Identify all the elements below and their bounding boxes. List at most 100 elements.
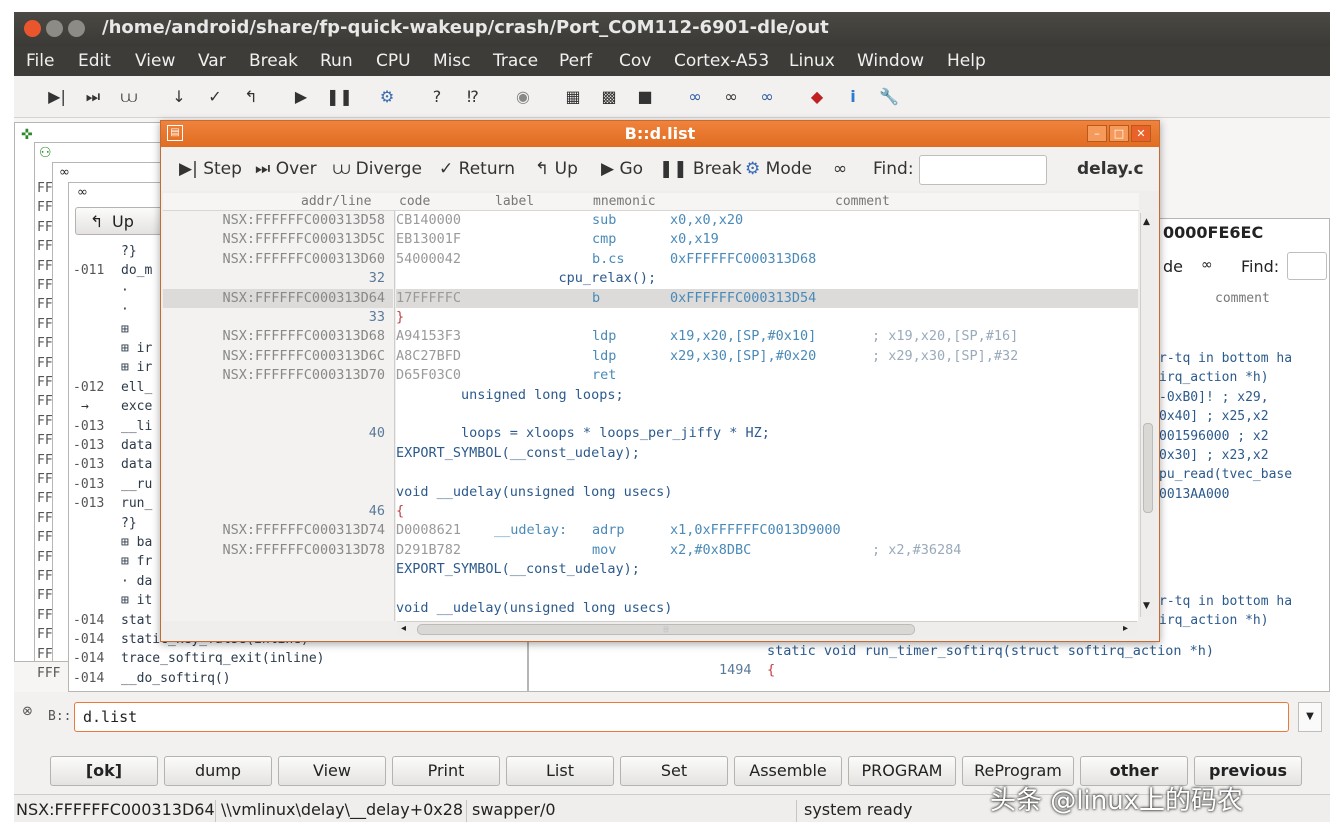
menu-edit[interactable]: Edit — [78, 51, 111, 71]
menu-help[interactable]: Help — [947, 51, 986, 71]
scroll-up-icon[interactable]: ▲ — [1143, 217, 1150, 227]
header-mnemonic[interactable]: mnemonic — [593, 194, 656, 209]
view-button[interactable]: View — [278, 756, 386, 786]
command-input[interactable]: d.list — [74, 702, 1289, 732]
up-button[interactable]: ↰ Up — [535, 159, 578, 179]
return-icon[interactable]: ✓ — [204, 86, 226, 108]
scroll-right-icon[interactable]: ▸ — [1123, 623, 1128, 634]
menu-misc[interactable]: Misc — [433, 51, 471, 71]
stop-icon[interactable]: ◉ — [512, 86, 534, 108]
scroll-down-icon[interactable]: ▼ — [1143, 601, 1150, 611]
listing-row[interactable] — [396, 463, 1138, 482]
glasses-icon[interactable]: ∞ — [833, 159, 847, 179]
menu-trace[interactable]: Trace — [493, 51, 538, 71]
return-button[interactable]: ✓ Return — [439, 159, 515, 179]
menu-window[interactable]: Window — [857, 51, 924, 71]
context-help-icon[interactable]: ⁉ — [462, 86, 484, 108]
listing-row[interactable]: 54000042 b.cs 0xFFFFFFC000313D68 — [396, 250, 1138, 269]
listing-row[interactable]: A94153F3 ldp x19,x20,[SP,#0x10] ; x19,x20,[… — [396, 327, 1138, 346]
down-arrow-icon[interactable]: ↓ — [168, 86, 190, 108]
menu-cortex-a53[interactable]: Cortex-A53 — [674, 51, 769, 71]
listing-row[interactable]: A8C27BFD ldp x29,x30,[SP],#0x20 ; x29,x30,[… — [396, 347, 1138, 366]
minimize-icon[interactable]: – — [1087, 125, 1107, 142]
listing-row[interactable]: D0008621 __udelay: adrp x1,0xFFFFFFC0013D90… — [396, 521, 1138, 540]
listing-row[interactable]: 17FFFFFC b 0xFFFFFFC000313D54 — [396, 288, 1138, 308]
listing-row[interactable]: cpu_relax(); — [396, 269, 1138, 288]
close-icon[interactable]: ✕ — [1131, 125, 1151, 142]
listing-row[interactable] — [396, 405, 1138, 424]
status-symbol: \\vmlinux\delay\__delay+0x28 — [221, 800, 464, 819]
listing-row[interactable]: EXPORT_SYMBOL(__const_udelay); — [396, 560, 1138, 579]
command-history-dropdown-icon[interactable]: ▼ — [1298, 702, 1322, 732]
menu-linux[interactable]: Linux — [789, 51, 835, 71]
listing-row[interactable] — [396, 580, 1138, 599]
ok-button[interactable]: [ok] — [50, 756, 158, 786]
listing-row[interactable]: D65F03C0 ret — [396, 366, 1138, 385]
menu-file[interactable]: File — [26, 51, 54, 71]
listing-row[interactable]: EB13001F cmp x0,x19 — [396, 230, 1138, 249]
vertical-scrollbar[interactable]: ▲ ▼ — [1140, 213, 1156, 617]
menu-break[interactable]: Break — [249, 51, 298, 71]
listing-row[interactable]: loops = xloops * loops_per_jiffy * HZ; — [396, 424, 1138, 443]
header-comment[interactable]: comment — [835, 194, 890, 209]
grid-icon[interactable]: ▦ — [562, 86, 584, 108]
mode-button[interactable]: ⚙ Mode — [745, 159, 812, 179]
vertical-scroll-thumb[interactable] — [1143, 423, 1153, 513]
find-input[interactable] — [919, 155, 1047, 185]
go-button[interactable]: ▶ Go — [601, 159, 643, 179]
go-icon[interactable]: ▶ — [290, 86, 312, 108]
dump-button[interactable]: dump — [164, 756, 272, 786]
up-button[interactable]: ↰ Up — [75, 207, 163, 235]
source-line: cpu_relax(); — [396, 270, 657, 287]
menu-view[interactable]: View — [135, 51, 175, 71]
listing-row[interactable]: EXPORT_SYMBOL(__const_udelay); — [396, 444, 1138, 463]
minimize-window-button[interactable] — [46, 20, 63, 37]
wrench-icon[interactable]: 🔧 — [878, 86, 900, 108]
menu-run[interactable]: Run — [320, 51, 353, 71]
diverge-icon[interactable]: ⩊ — [118, 86, 140, 108]
step-icon[interactable]: ▶| — [46, 86, 68, 108]
close-window-button[interactable] — [24, 20, 41, 37]
assemble-button[interactable]: Assemble — [734, 756, 842, 786]
mode-icon[interactable]: ⚙ — [376, 86, 398, 108]
print-button[interactable]: Print — [392, 756, 500, 786]
listing-row[interactable]: { — [396, 502, 1138, 521]
step-button[interactable]: ▶| Step — [179, 159, 242, 179]
maximize-icon[interactable]: □ — [1109, 125, 1129, 142]
over-icon[interactable]: ⏭ — [82, 86, 104, 108]
help-icon[interactable]: ? — [426, 86, 448, 108]
diverge-button[interactable]: ⩊ Diverge — [333, 159, 422, 179]
listing-row[interactable]: D291B782 mov x2,#0x8DBC ; x2,#36284 — [396, 541, 1138, 560]
listing-row[interactable]: CB140000 sub x0,x0,x20 — [396, 211, 1138, 230]
header-addr-line[interactable]: addr/line — [301, 194, 371, 209]
scroll-left-icon[interactable]: ◂ — [401, 623, 406, 634]
maximize-window-button[interactable] — [68, 20, 85, 37]
info-icon[interactable]: i — [842, 86, 864, 108]
menu-var[interactable]: Var — [198, 51, 226, 71]
cube-icon[interactable]: ◆ — [806, 86, 828, 108]
header-label[interactable]: label — [495, 194, 534, 209]
menu-cov[interactable]: Cov — [619, 51, 651, 71]
over-button[interactable]: ⏭ Over — [255, 159, 317, 179]
glasses-icon[interactable]: ∞ — [684, 86, 706, 108]
program-button[interactable]: PROGRAM — [848, 756, 956, 786]
glasses3-icon[interactable]: ∞ — [756, 86, 778, 108]
list-button[interactable]: List — [506, 756, 614, 786]
square-icon[interactable]: ■ — [634, 86, 656, 108]
menu-cpu[interactable]: CPU — [376, 51, 411, 71]
glasses2-icon[interactable]: ∞ — [720, 86, 742, 108]
listing-row[interactable]: unsigned long loops; — [396, 386, 1138, 405]
bg-right-find-input[interactable] — [1287, 252, 1327, 280]
set-button[interactable]: Set — [620, 756, 728, 786]
listing-row[interactable]: void __udelay(unsigned long usecs) — [396, 599, 1138, 618]
up-icon[interactable]: ↰ — [240, 86, 262, 108]
horizontal-scrollbar[interactable]: ◂ ⦙⦙⦙ ▸ — [397, 621, 1137, 637]
menu-perf[interactable]: Perf — [559, 51, 592, 71]
listing-row[interactable]: void __udelay(unsigned long usecs) — [396, 483, 1138, 502]
grid2-icon[interactable]: ▩ — [598, 86, 620, 108]
listing-row[interactable]: } — [396, 308, 1138, 327]
break-button[interactable]: ❚❚ Break — [659, 159, 742, 179]
break-icon[interactable]: ❚❚ — [326, 86, 353, 108]
header-code[interactable]: code — [399, 194, 430, 209]
horizontal-scroll-thumb[interactable]: ⦙⦙⦙ — [417, 624, 915, 635]
